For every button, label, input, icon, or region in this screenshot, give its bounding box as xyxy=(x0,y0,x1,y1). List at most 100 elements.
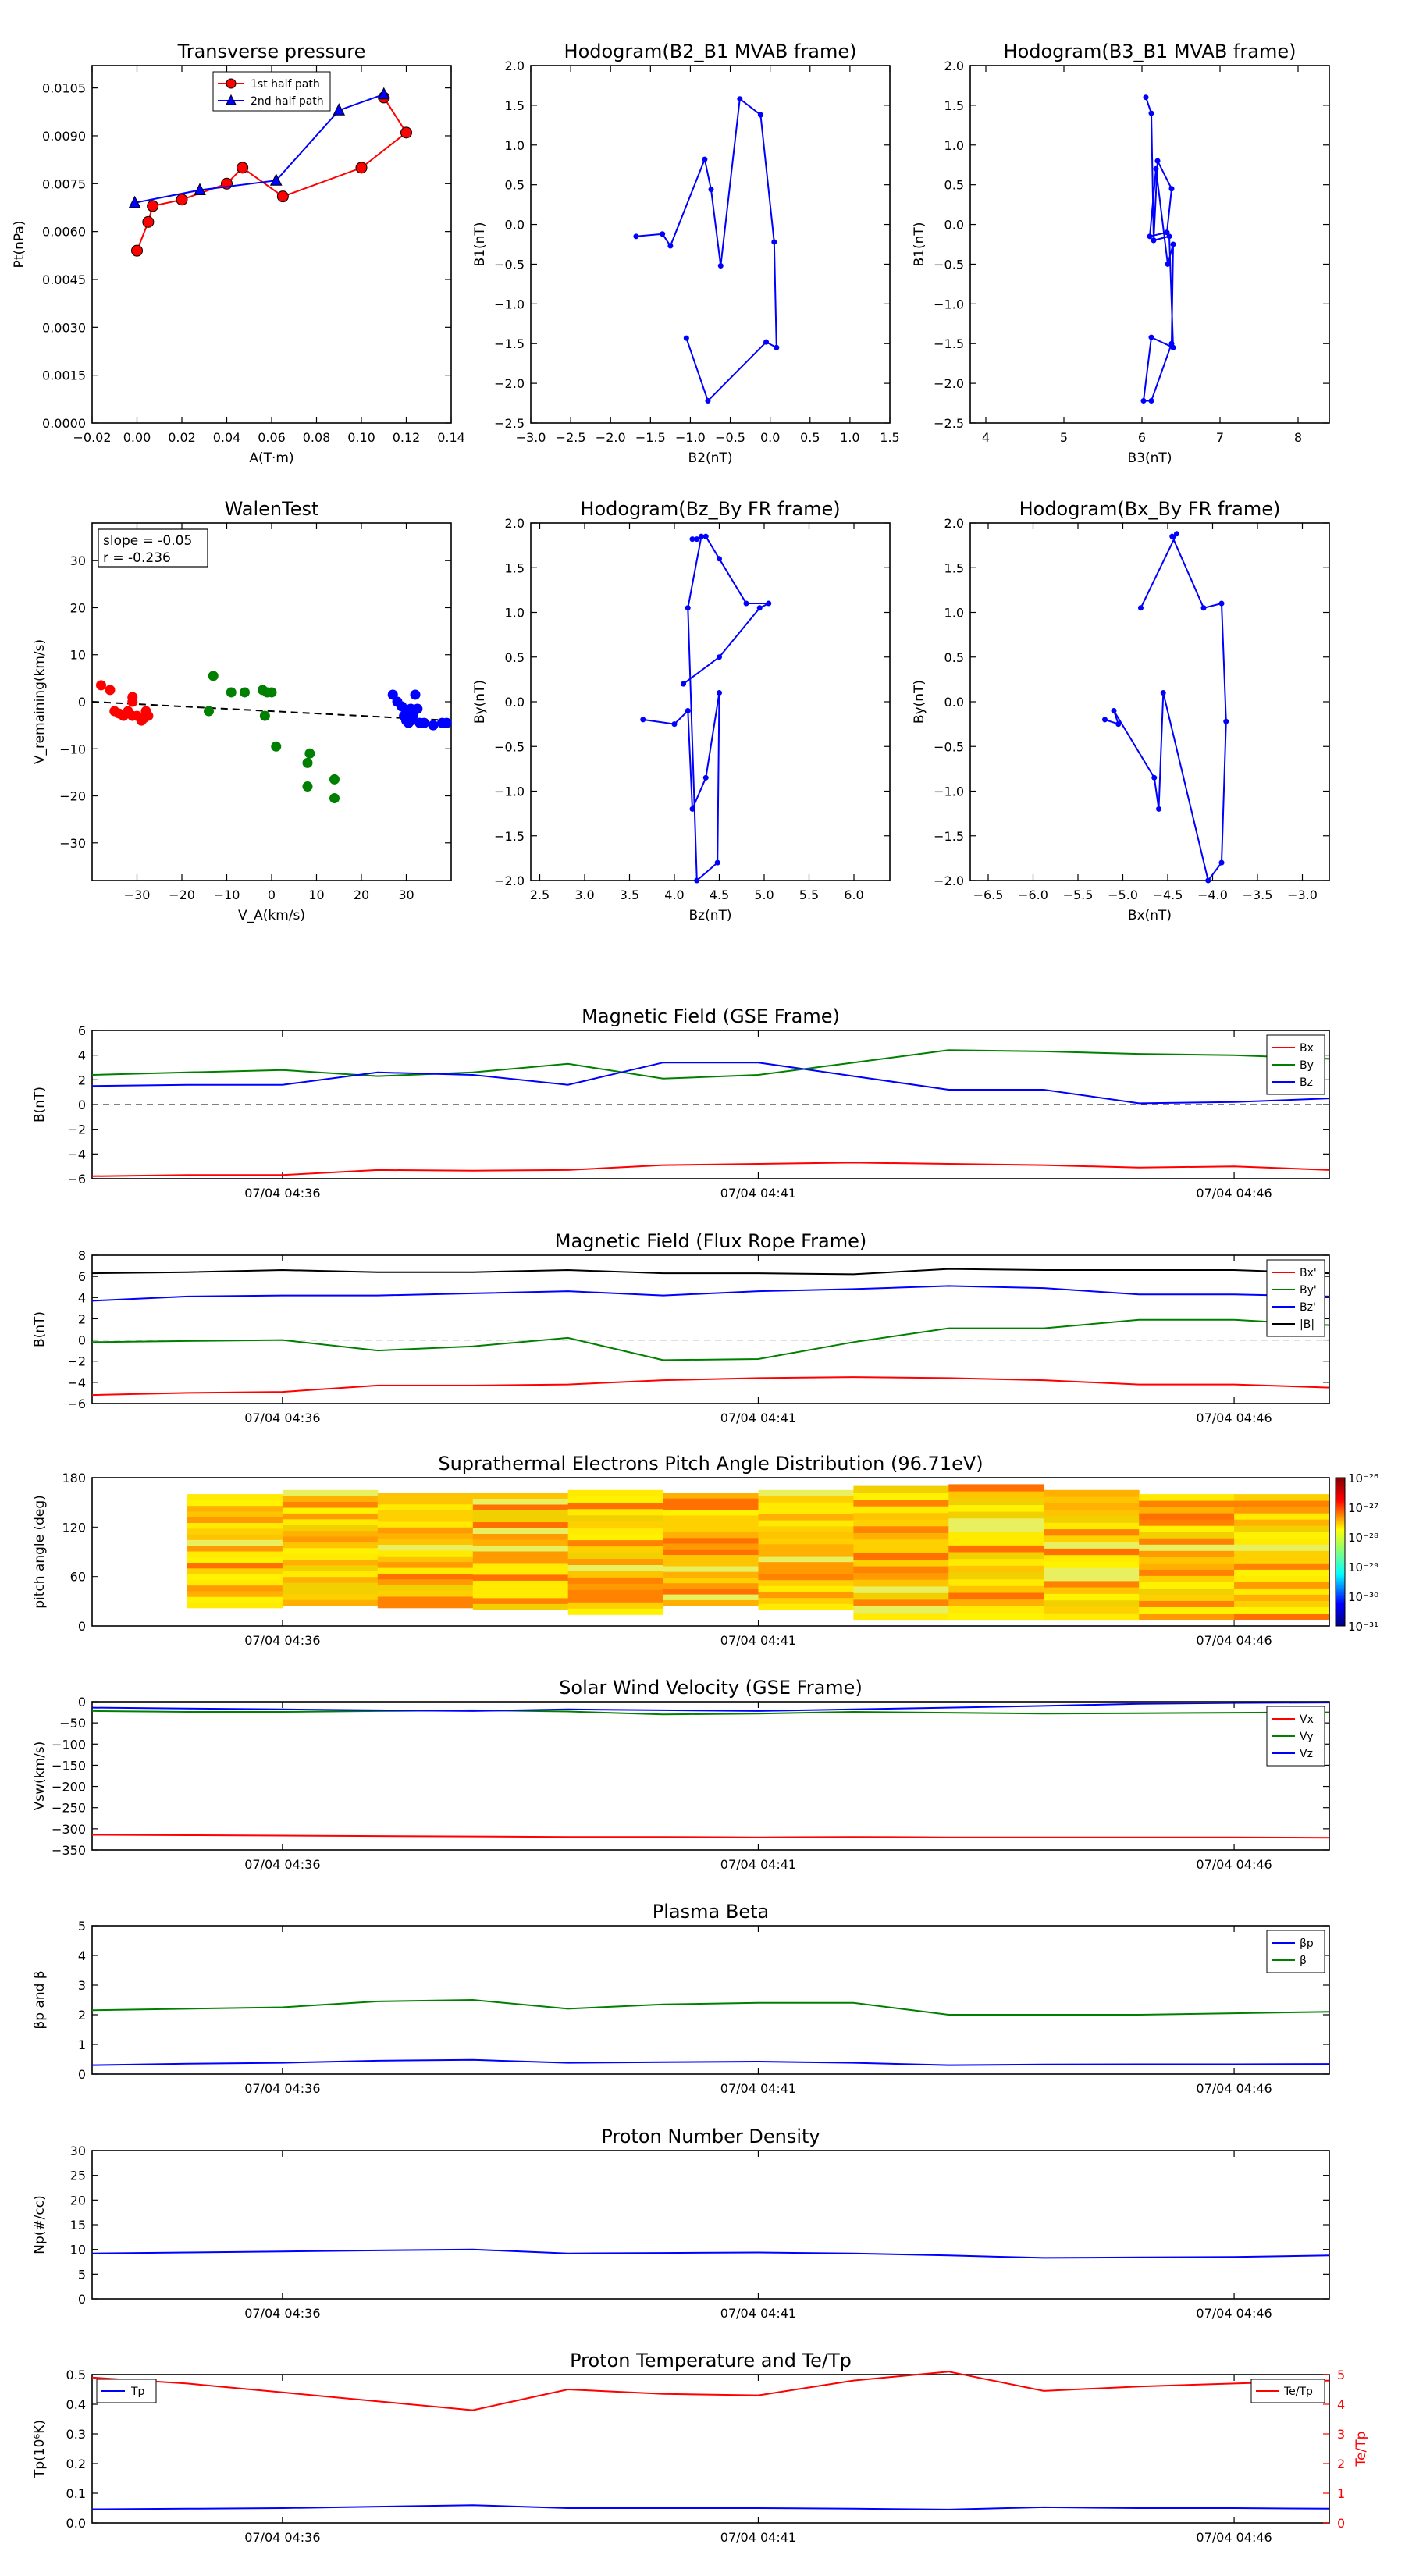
x-tick-label: 07/04 04:41 xyxy=(720,1857,796,1872)
heatmap-cell xyxy=(663,1588,759,1595)
data-point xyxy=(204,706,214,717)
y-tick-label: −1.5 xyxy=(934,336,964,351)
y-tick-label: 1.5 xyxy=(944,560,964,575)
x-tick-label: 07/04 04:46 xyxy=(1196,1186,1272,1201)
series-line xyxy=(91,1062,1330,1105)
heatmap-cell xyxy=(282,1501,379,1508)
legend-label: Te/Tp xyxy=(1283,2386,1313,2398)
y-tick-label: −150 xyxy=(52,1758,86,1773)
data-point xyxy=(756,605,763,611)
heatmap-cell xyxy=(1139,1575,1235,1582)
chart-bgse: Magnetic Field (GSE Frame)07/04 04:36 07/… xyxy=(32,1005,1330,1201)
heatmap-cell xyxy=(567,1502,664,1510)
heatmap-cell xyxy=(663,1514,759,1521)
heatmap-cell xyxy=(377,1556,474,1563)
x-tick-label: 4 xyxy=(982,430,990,445)
y-tick-label: 2 xyxy=(78,1311,86,1326)
heatmap-cell xyxy=(567,1489,664,1497)
y-tick-label: −1.5 xyxy=(494,336,525,351)
x-tick-label: −5.5 xyxy=(1063,888,1094,902)
heatmap-cell xyxy=(853,1553,949,1560)
legend-marker xyxy=(226,78,237,89)
heatmap-cell xyxy=(948,1552,1044,1560)
colorbar-tick-label: 10⁻³⁰ xyxy=(1348,1590,1378,1604)
heatmap-cell xyxy=(1234,1594,1330,1601)
data-point xyxy=(329,793,340,804)
x-tick-label: 0.5 xyxy=(800,430,820,445)
heatmap-cell xyxy=(853,1546,949,1553)
heatmap-cell xyxy=(472,1498,569,1505)
x-tick-label: 20 xyxy=(354,888,369,902)
heatmap-cell xyxy=(377,1567,474,1574)
heatmap-cell xyxy=(663,1532,759,1539)
y-tick-label: −1.0 xyxy=(934,785,964,799)
heatmap-cell xyxy=(282,1547,379,1554)
x-tick-label: 07/04 04:41 xyxy=(720,1186,796,1201)
heatmap-cell xyxy=(1139,1519,1235,1526)
y-tick-label: 30 xyxy=(70,2144,86,2158)
heatmap-cell xyxy=(948,1491,1044,1499)
y-tick-label: 30 xyxy=(70,553,86,568)
y-tick-label: 1.0 xyxy=(505,606,525,621)
heatmap-cell xyxy=(187,1500,283,1507)
y-axis-label: Vsw(km/s) xyxy=(32,1742,48,1811)
y-tick-label: 0.3 xyxy=(66,2427,86,2442)
heatmap-cell xyxy=(1234,1569,1330,1576)
data-point xyxy=(667,243,674,249)
x-tick-label: 07/04 04:46 xyxy=(1196,2306,1272,2321)
heatmap-cell xyxy=(758,1597,854,1604)
data-point xyxy=(96,680,106,691)
chart-title: Plasma Beta xyxy=(653,1901,769,1923)
data-point xyxy=(1223,718,1229,724)
data-point xyxy=(304,748,315,759)
data-point xyxy=(1143,94,1149,101)
y-tick-label: −1.5 xyxy=(494,829,525,844)
data-point xyxy=(681,681,686,687)
heatmap-cell xyxy=(282,1513,379,1520)
x-tick-label: 8 xyxy=(1294,430,1302,445)
x-tick-label: 0.08 xyxy=(303,430,331,445)
heatmap-cell xyxy=(853,1566,949,1574)
heatmap-cell xyxy=(187,1511,283,1517)
heatmap-cell xyxy=(758,1585,854,1592)
heatmap-cell xyxy=(663,1521,759,1527)
y-tick-label: 3 xyxy=(78,1978,86,1993)
heatmap-cell xyxy=(663,1509,759,1516)
annotation-box: slope = -0.05r = -0.236 xyxy=(98,528,208,568)
heatmap-cell xyxy=(948,1532,1044,1539)
heatmap-cell xyxy=(1234,1606,1330,1614)
y-tick-label: −10 xyxy=(59,742,86,756)
y-tick-label: 0 xyxy=(78,1098,86,1112)
chart-title: Hodogram(Bx_By FR frame) xyxy=(1019,498,1281,520)
data-point xyxy=(259,710,270,721)
heatmap-cell xyxy=(567,1602,664,1609)
y-tick-label: 0.0075 xyxy=(42,176,86,191)
colorbar-tick-label: 10⁻³¹ xyxy=(1348,1620,1378,1634)
data-point xyxy=(419,717,429,728)
heatmap-cell xyxy=(663,1549,759,1555)
data-point xyxy=(1160,690,1166,696)
heatmap-cell xyxy=(758,1556,854,1563)
data-point xyxy=(694,877,700,884)
heatmap-cell xyxy=(187,1522,283,1529)
heatmap-cell xyxy=(282,1564,379,1571)
heatmap-cell xyxy=(187,1562,283,1569)
heatmap-cell xyxy=(187,1585,283,1592)
x-tick-label: 1.0 xyxy=(840,430,859,445)
y-axis-label: B1(nT) xyxy=(912,222,927,267)
heatmap-cell xyxy=(663,1543,759,1550)
heatmap-cell xyxy=(472,1585,569,1592)
data-point xyxy=(685,605,691,611)
heatmap-cell xyxy=(377,1573,474,1580)
heatmap-cell xyxy=(377,1498,474,1505)
x-tick-labels: 07/04 04:36 07/04 04:41 07/04 04:46 xyxy=(244,1620,1272,1648)
x-tick-label: 3.5 xyxy=(620,888,639,902)
x-tick-label: 30 xyxy=(398,888,414,902)
x-tick-label: 07/04 04:41 xyxy=(720,2081,796,2096)
heatmap-cell xyxy=(472,1545,569,1552)
heatmap-cell xyxy=(853,1506,949,1514)
legend-label: Bx xyxy=(1300,1042,1314,1055)
y-tick-label: −250 xyxy=(52,1801,86,1816)
heatmap-cell xyxy=(663,1599,759,1606)
legend-label: Bz xyxy=(1300,1076,1313,1089)
